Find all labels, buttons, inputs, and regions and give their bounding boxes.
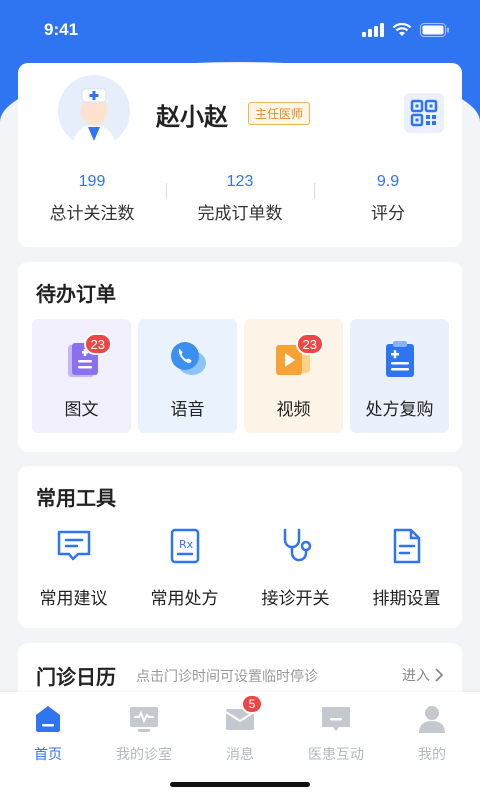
pending-orders-title: 待办订单 xyxy=(36,282,116,306)
svg-text:Rx: Rx xyxy=(179,538,194,551)
tab-mine[interactable]: 我的 xyxy=(384,702,480,776)
status-time: 9:41 xyxy=(44,20,79,39)
enter-label: 进入 xyxy=(402,668,430,684)
qr-code-button[interactable] xyxy=(404,93,444,133)
stat-value: 199 xyxy=(78,173,106,190)
status-icons xyxy=(362,23,450,37)
profile-stats: 199 总计关注数 123 完成订单数 9.9 评分 xyxy=(18,173,462,224)
tab-home[interactable]: 首页 xyxy=(0,702,96,776)
clinic-calendar-enter-link[interactable]: 进入 xyxy=(402,665,444,685)
common-tools-title: 常用工具 xyxy=(36,486,116,510)
tool-common-prescription[interactable]: Rx 常用处方 xyxy=(129,526,240,609)
stat-label: 总计关注数 xyxy=(49,204,135,224)
tool-label: 排期设置 xyxy=(372,589,441,609)
tab-messages[interactable]: 5 消息 xyxy=(192,694,288,776)
chat-suggestion-icon xyxy=(57,530,90,561)
rx-icon: Rx xyxy=(170,528,199,564)
tool-label: 常用建议 xyxy=(39,589,108,609)
home-icon xyxy=(36,706,60,732)
tools-grid: 常用建议 Rx 常用处方 接诊开关 排期设置 xyxy=(18,526,462,609)
stat-followers[interactable]: 199 总计关注数 xyxy=(18,173,166,224)
stethoscope-icon xyxy=(283,528,311,562)
clinic-calendar-title: 门诊日历 xyxy=(36,665,116,689)
pending-orders-grid: 23 图文 语音 23 视频 处方复购 xyxy=(32,319,449,433)
tab-doctor-patient[interactable]: 医患互动 xyxy=(288,702,384,776)
tool-common-advice[interactable]: 常用建议 xyxy=(18,526,129,609)
user-icon xyxy=(419,706,445,733)
schedule-doc-icon xyxy=(393,528,420,564)
phone-chat-icon xyxy=(170,342,206,375)
order-tile-label: 图文 xyxy=(64,400,99,420)
tab-label: 医患互动 xyxy=(308,747,364,763)
tool-label: 接诊开关 xyxy=(261,589,330,609)
wifi-icon xyxy=(392,23,412,36)
tab-label: 消息 xyxy=(226,747,254,763)
tab-label: 我的诊室 xyxy=(116,747,172,763)
order-tile-prescription[interactable]: 处方复购 xyxy=(350,319,449,433)
stat-label: 评分 xyxy=(371,204,405,224)
order-count-badge: 23 xyxy=(83,333,112,355)
order-count-badge: 23 xyxy=(295,333,324,355)
message-count-badge: 5 xyxy=(241,694,263,714)
profile-card: 赵小赵 主任医师 199 总计关注数 123 完成订单数 9.9 评分 xyxy=(18,63,462,247)
order-tile-label: 语音 xyxy=(170,400,205,420)
order-tile-video[interactable]: 23 视频 xyxy=(244,319,343,433)
clinic-calendar-hint: 点击门诊时间可设置临时停诊 xyxy=(136,669,318,685)
order-tile-label: 视频 xyxy=(276,400,311,420)
stat-completed-orders[interactable]: 123 完成订单数 xyxy=(166,173,314,224)
stat-label: 完成订单数 xyxy=(197,204,283,224)
tab-label: 我的 xyxy=(418,747,446,763)
home-indicator xyxy=(170,782,310,787)
order-tile-text[interactable]: 23 图文 xyxy=(32,319,131,433)
order-tile-label: 处方复购 xyxy=(365,400,434,420)
order-tile-voice[interactable]: 语音 xyxy=(138,319,237,433)
tool-label: 常用处方 xyxy=(150,589,219,609)
stat-rating[interactable]: 9.9 评分 xyxy=(314,173,462,224)
doctor-name: 赵小赵 xyxy=(156,103,228,131)
avatar[interactable] xyxy=(58,75,130,147)
signal-icon xyxy=(362,23,384,37)
doctor-avatar-icon xyxy=(58,75,130,147)
tab-label: 首页 xyxy=(34,747,62,763)
battery-icon xyxy=(420,23,449,37)
doctor-title-badge: 主任医师 xyxy=(248,102,311,125)
tool-schedule-settings[interactable]: 排期设置 xyxy=(351,526,462,609)
monitor-pulse-icon xyxy=(130,707,158,732)
tab-my-clinic[interactable]: 我的诊室 xyxy=(96,702,192,776)
chat-bubble-icon xyxy=(322,707,350,731)
stat-value: 9.9 xyxy=(376,173,400,190)
tool-consult-switch[interactable]: 接诊开关 xyxy=(240,526,351,609)
chevron-right-icon xyxy=(435,668,444,682)
pending-orders-card: 待办订单 23 图文 语音 23 视频 处方复购 xyxy=(18,262,462,452)
status-bar: 9:41 xyxy=(0,0,480,60)
qr-code-icon xyxy=(410,99,438,127)
prescription-icon xyxy=(385,341,414,377)
stat-value: 123 xyxy=(226,173,254,190)
common-tools-card: 常用工具 常用建议 Rx 常用处方 接诊开关 排期设置 xyxy=(18,466,462,628)
